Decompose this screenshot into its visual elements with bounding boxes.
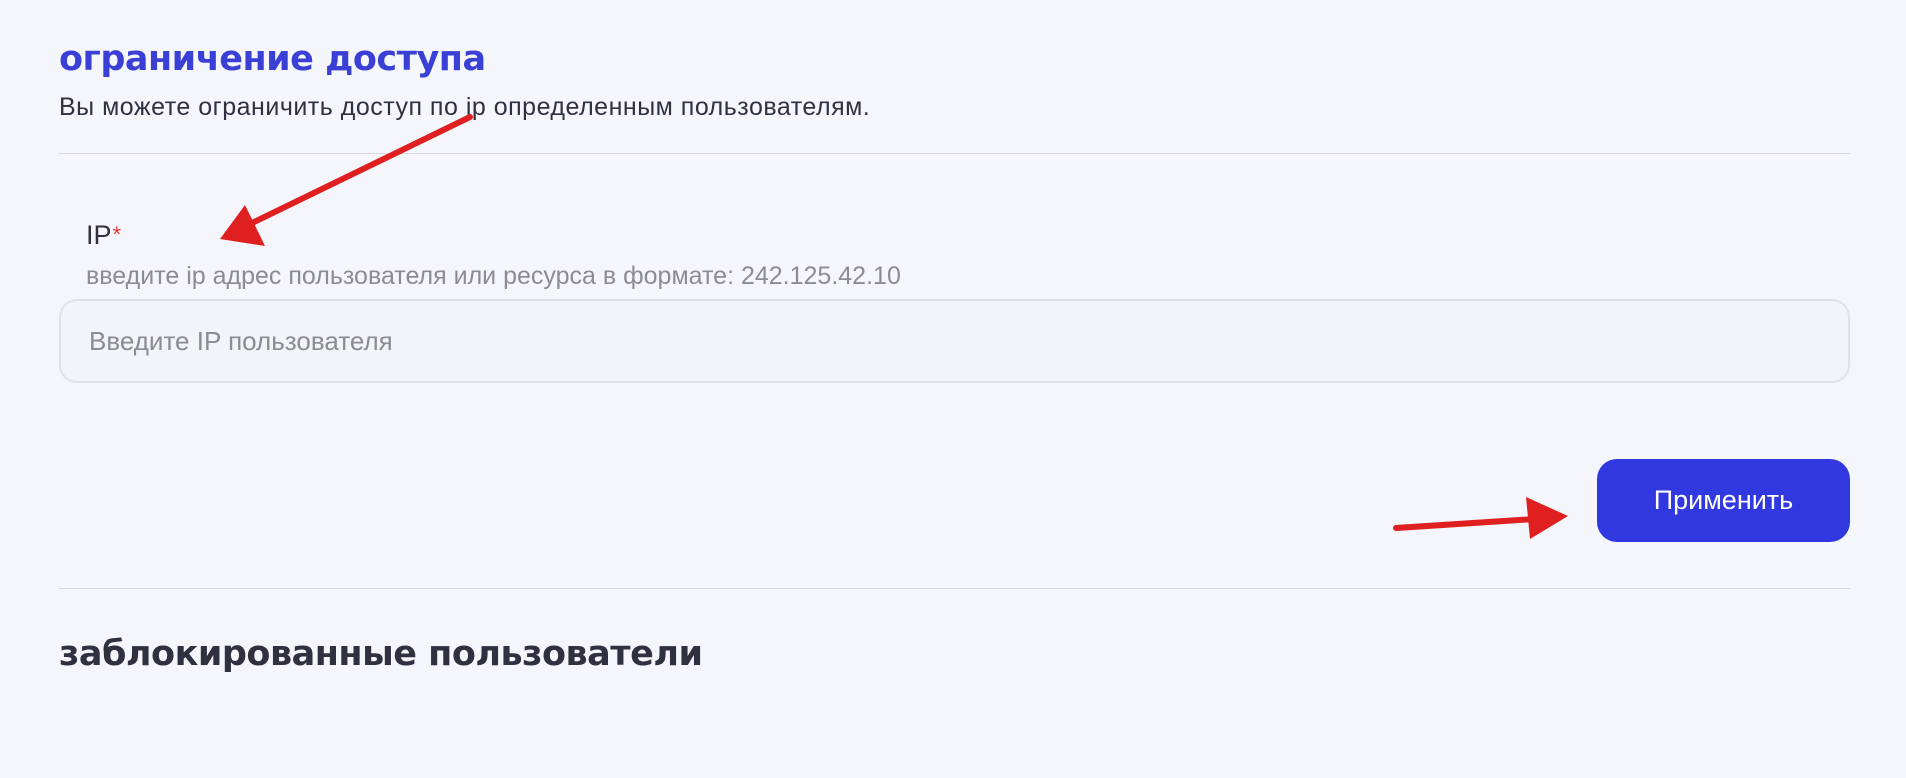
ip-field-label: IP* bbox=[86, 219, 121, 251]
bottom-divider bbox=[59, 588, 1850, 589]
blocked-users-title: заблокированные пользователи bbox=[59, 634, 703, 674]
ip-label-text: IP bbox=[86, 220, 112, 250]
access-restriction-title: ограничение доступа bbox=[59, 39, 486, 79]
required-mark: * bbox=[112, 222, 122, 247]
arrow-to-ip-field-icon bbox=[220, 114, 473, 246]
top-divider bbox=[59, 153, 1850, 154]
ip-field-hint: введите ip адрес пользователя или ресурс… bbox=[86, 262, 901, 290]
arrow-to-apply-button-icon bbox=[1393, 497, 1568, 539]
apply-button[interactable]: Применить bbox=[1597, 459, 1850, 542]
ip-input[interactable] bbox=[59, 299, 1850, 383]
access-restriction-description: Вы можете ограничить доступ по ip опреде… bbox=[59, 93, 871, 121]
